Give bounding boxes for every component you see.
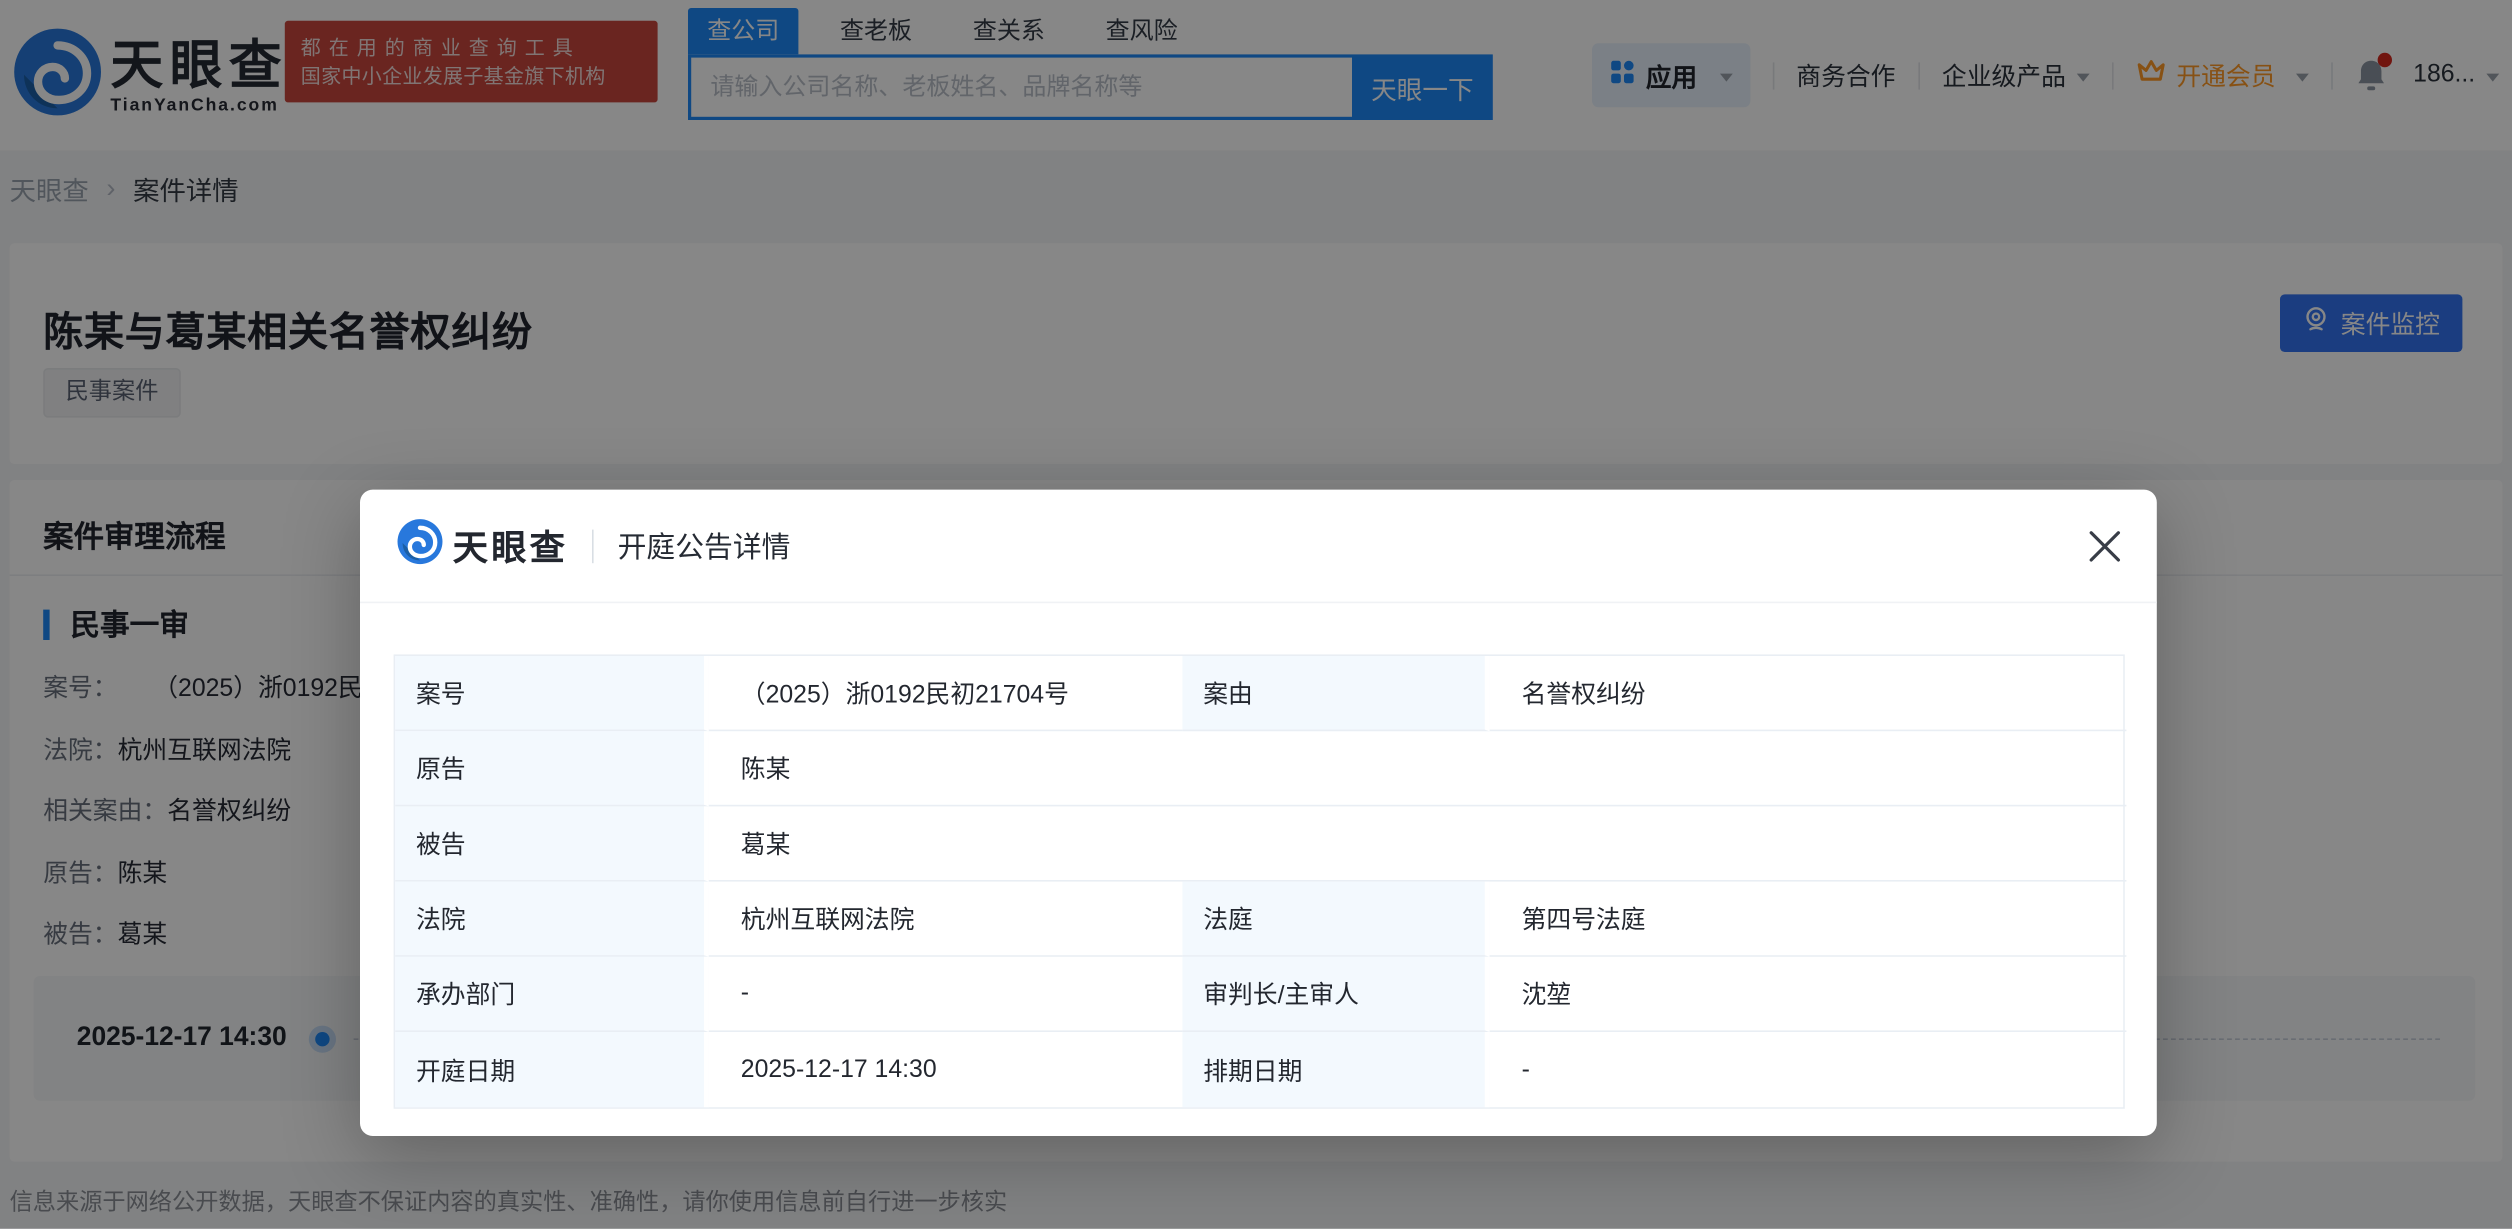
modal-table-value: -	[1490, 1032, 2127, 1107]
modal-table-label: 案号	[395, 656, 709, 731]
modal-title: 开庭公告详情	[618, 525, 791, 567]
modal-table-label: 法院	[395, 882, 709, 957]
modal-table-value: 名誉权纠纷	[1490, 656, 2127, 731]
modal-table-label: 原告	[395, 731, 709, 806]
modal-table-value: 杭州互联网法院	[709, 882, 1183, 957]
modal-header: 天眼查 开庭公告详情	[360, 490, 2157, 604]
modal-table-label: 排期日期	[1182, 1032, 1489, 1107]
page: 天眼查 TianYanCha.com 都在用的商业查询工具 国家中小企业发展子基…	[0, 0, 2512, 1229]
hearing-detail-modal: 天眼查 开庭公告详情 案号（2025）浙0192民初21704号案由名誉权纠纷原…	[360, 490, 2157, 1136]
modal-table-value: 2025-12-17 14:30	[709, 1032, 1183, 1107]
modal-table-label: 被告	[395, 806, 709, 881]
modal-table-label: 法庭	[1182, 882, 1489, 957]
modal-brand-name: 天眼查	[453, 520, 568, 571]
modal-table-label: 案由	[1182, 656, 1489, 731]
modal-table-value: 第四号法庭	[1490, 882, 2127, 957]
modal-table-label: 承办部门	[395, 957, 709, 1032]
modal-table-value: -	[709, 957, 1183, 1032]
modal-table-value: 沈堃	[1490, 957, 2127, 1032]
modal-table-value: 陈某	[709, 731, 2127, 806]
tianyancha-logo-icon	[397, 518, 443, 572]
modal-table: 案号（2025）浙0192民初21704号案由名誉权纠纷原告陈某被告葛某法院杭州…	[394, 654, 2125, 1108]
close-icon[interactable]	[2083, 525, 2125, 567]
modal-table-label: 开庭日期	[395, 1032, 709, 1107]
modal-table-value: 葛某	[709, 806, 2127, 881]
modal-table-label: 审判长/主审人	[1182, 957, 1489, 1032]
divider	[592, 529, 594, 563]
modal-table-value: （2025）浙0192民初21704号	[709, 656, 1183, 731]
